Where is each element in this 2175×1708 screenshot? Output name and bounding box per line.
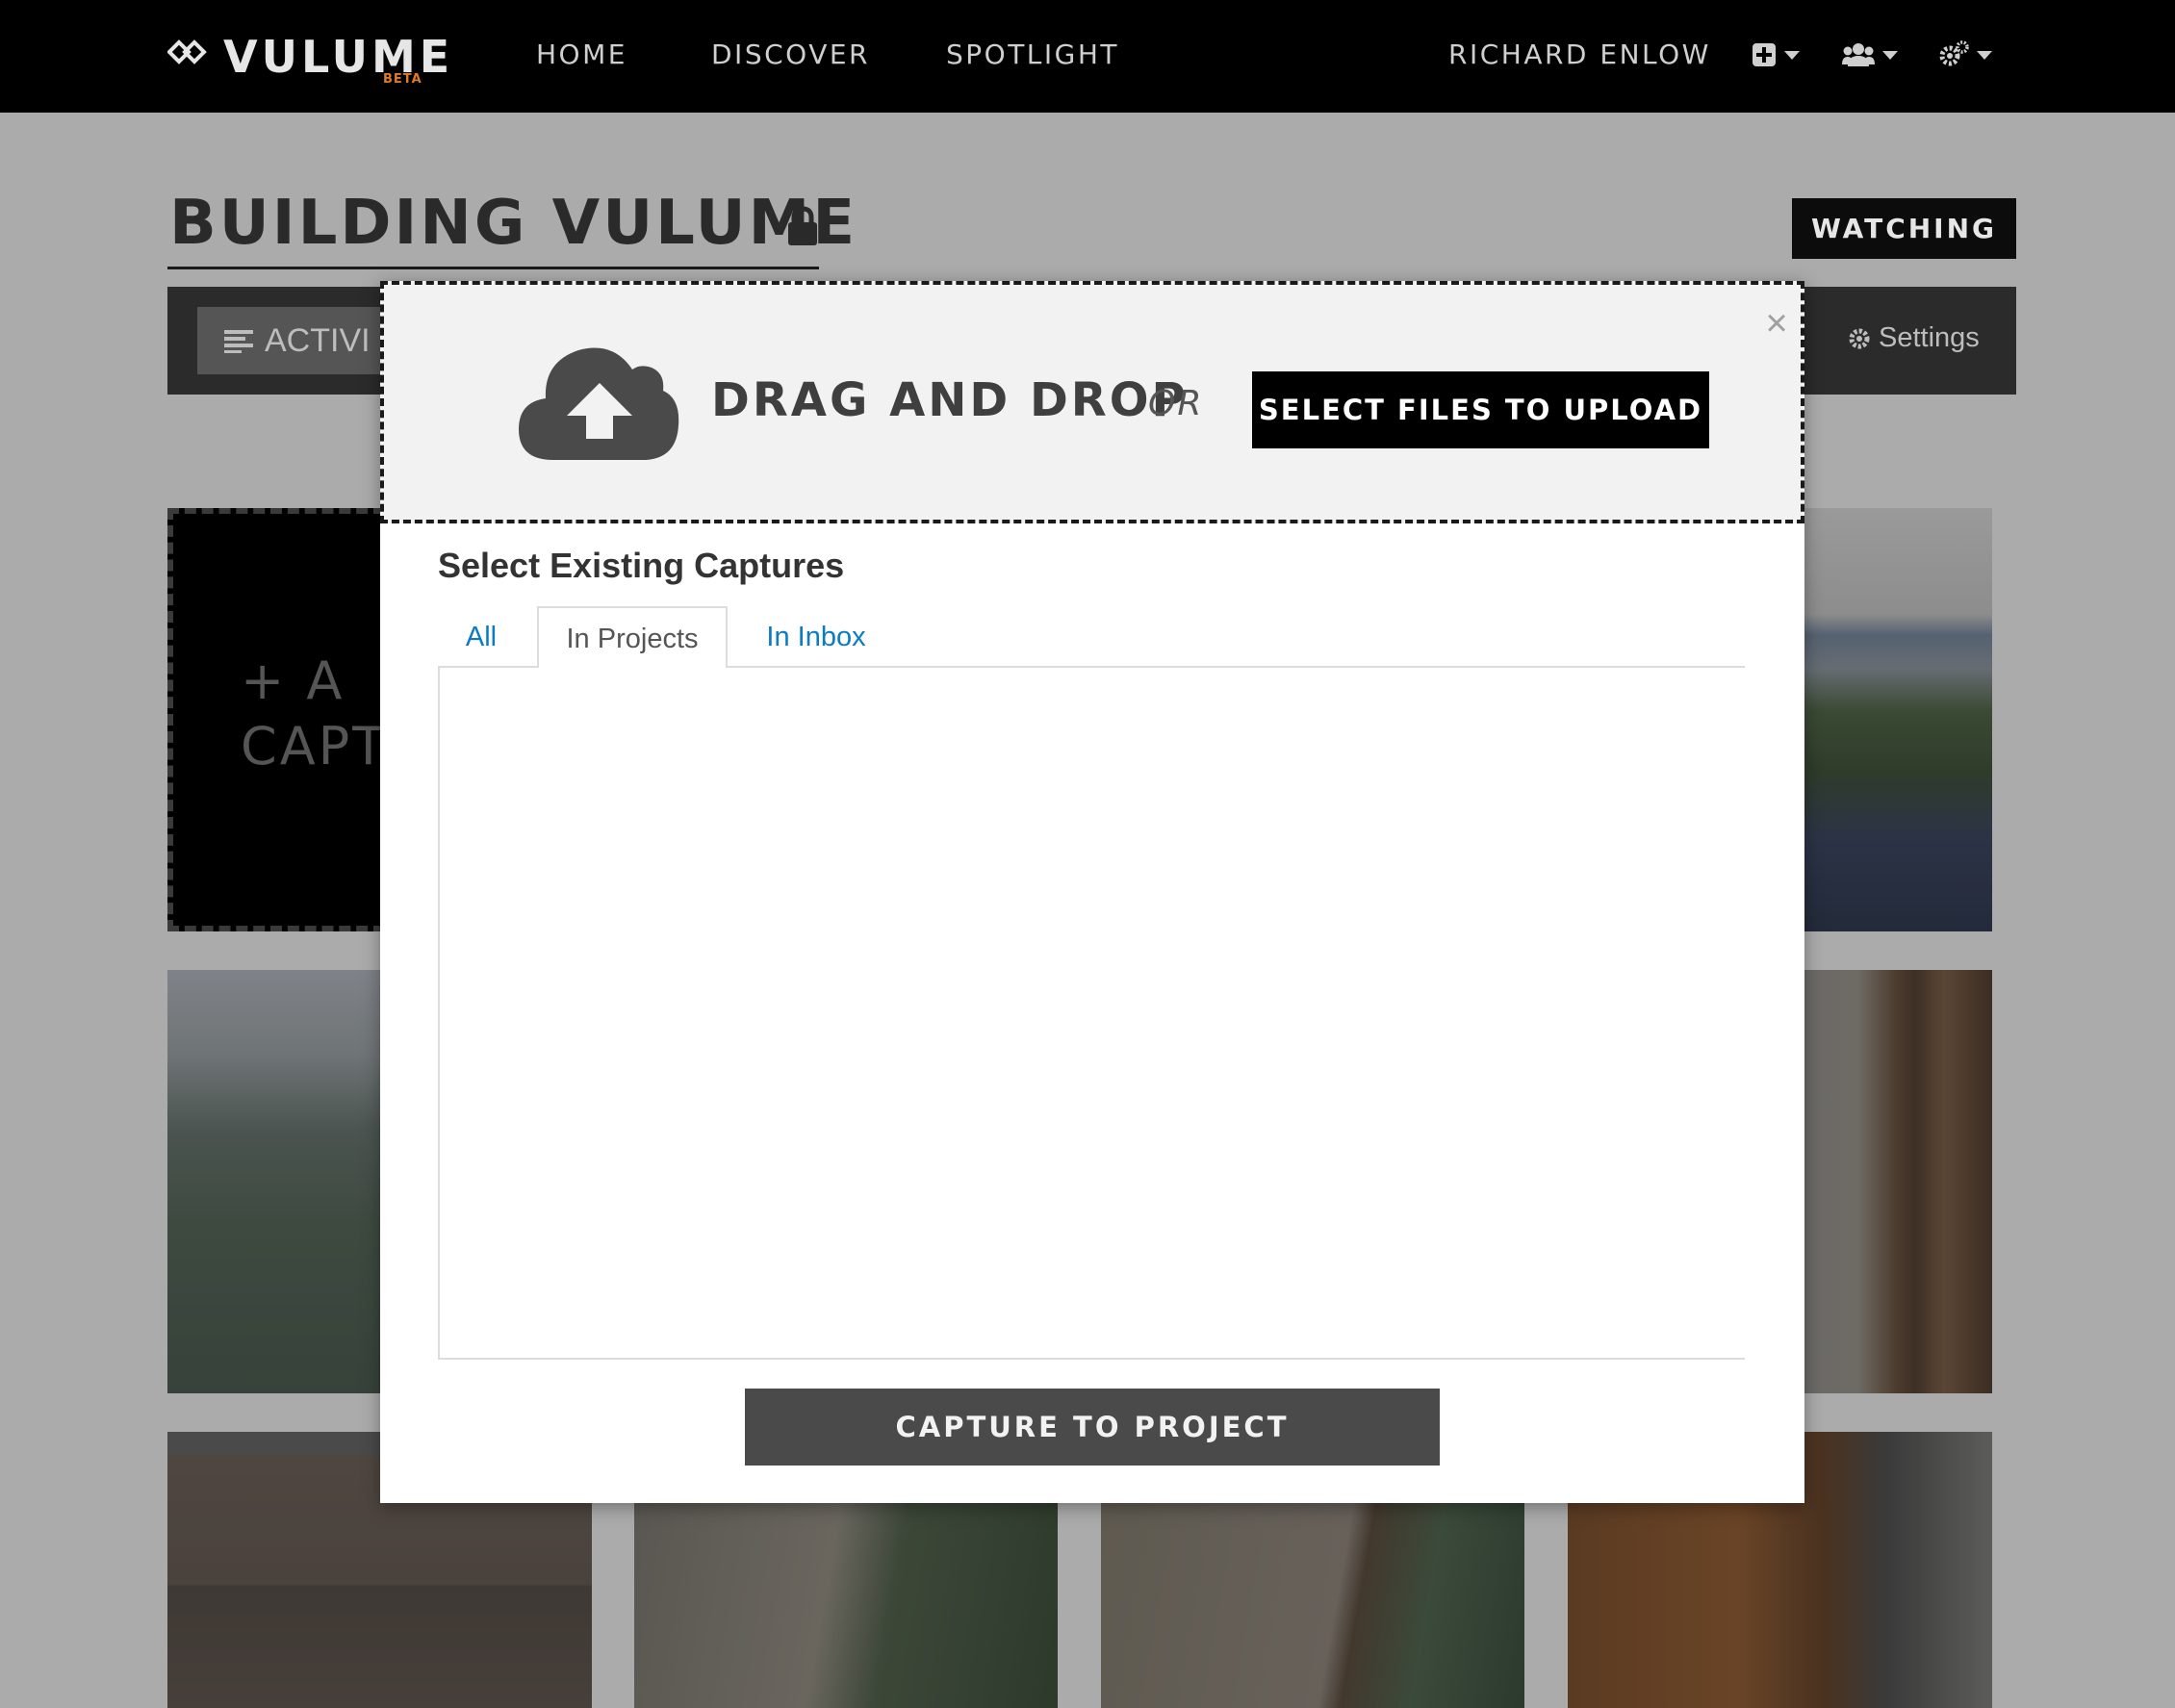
cloud-upload-icon <box>519 347 679 460</box>
chevron-down-icon <box>1882 50 1898 60</box>
lock-icon <box>788 206 817 245</box>
list-icon <box>224 330 253 353</box>
add-capture-line2: CAPT <box>241 716 388 777</box>
or-label: OR <box>1148 384 1204 423</box>
users-icon <box>1842 43 1875 66</box>
chevron-down-icon <box>1977 50 1992 60</box>
photo-tile[interactable] <box>1800 508 1992 931</box>
settings-gears-icon <box>1939 40 1969 66</box>
photo-tile[interactable] <box>1101 1503 1524 1708</box>
select-files-button[interactable]: SELECT FILES TO UPLOAD <box>1252 371 1709 448</box>
gear-icon <box>1849 328 1870 348</box>
close-icon[interactable]: × <box>1757 304 1796 343</box>
drag-and-drop-label: DRAG AND DROP <box>711 373 1189 427</box>
nav-discover-link[interactable]: DISCOVER <box>711 38 870 71</box>
add-menu-button[interactable] <box>1752 38 1800 71</box>
existing-captures-heading: Select Existing Captures <box>438 546 845 585</box>
activity-button-label: ACTIVI <box>265 321 371 359</box>
upload-modal: × DRAG AND DROP OR SELECT FILES TO UPLOA… <box>380 281 1804 1503</box>
project-title-text: BUILDING VULUME <box>169 188 858 259</box>
photo-tile[interactable] <box>1800 970 1992 1393</box>
user-name-link[interactable]: RICHARD ENLOW <box>1448 38 1711 71</box>
drop-zone[interactable]: × DRAG AND DROP OR SELECT FILES TO UPLOA… <box>380 281 1804 523</box>
tab-in-projects[interactable]: In Projects <box>537 606 728 670</box>
activity-button[interactable]: ACTIVI <box>197 307 390 374</box>
add-capture-line1: + A <box>241 650 345 711</box>
capture-list-panel[interactable] <box>438 668 1745 1360</box>
logo-diamond-icon <box>167 39 207 64</box>
beta-badge: BETA <box>383 72 422 87</box>
top-navbar: VULUME BETA HOME DISCOVER SPOTLIGHT RICH… <box>0 0 2175 113</box>
settings-menu-button[interactable] <box>1938 38 1992 71</box>
project-settings-link[interactable]: Settings <box>1848 322 1980 354</box>
capture-tabs: All In Projects In Inbox <box>438 606 1745 670</box>
tab-all[interactable]: All <box>438 606 525 670</box>
add-capture-label: + A CAPT <box>241 649 387 779</box>
watching-button[interactable]: WATCHING <box>1792 198 2016 259</box>
users-menu-button[interactable] <box>1842 38 1898 71</box>
tab-in-inbox[interactable]: In Inbox <box>740 606 892 670</box>
photo-tile[interactable] <box>167 970 380 1393</box>
chevron-down-icon <box>1784 50 1800 60</box>
nav-spotlight-link[interactable]: SPOTLIGHT <box>946 38 1119 71</box>
project-title: BUILDING VULUME <box>167 189 855 269</box>
capture-to-project-button[interactable]: CAPTURE TO PROJECT <box>745 1389 1440 1466</box>
photo-tile[interactable] <box>634 1503 1058 1708</box>
add-icon <box>1753 43 1776 66</box>
nav-home-link[interactable]: HOME <box>536 38 627 71</box>
settings-link-label: Settings <box>1879 322 1980 353</box>
